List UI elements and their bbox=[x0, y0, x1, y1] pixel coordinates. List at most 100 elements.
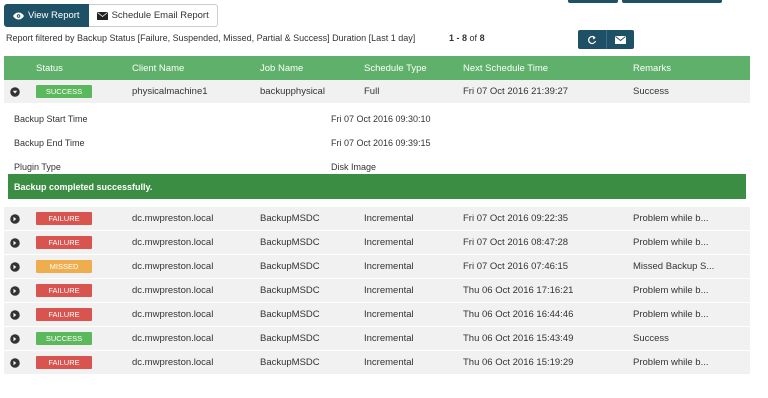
column-header-status[interactable]: Status bbox=[36, 56, 126, 80]
pager: 1 - 8 of 8 bbox=[449, 33, 485, 43]
expand-toggle[interactable] bbox=[10, 279, 22, 302]
table-body: SUCCESS physicalmachine1 backupphysical … bbox=[4, 80, 750, 375]
table-row[interactable]: FAILURE dc.mwpreston.local BackupMSDC In… bbox=[4, 303, 750, 327]
next-schedule-time-cell: Fri 07 Oct 2016 07:46:15 bbox=[463, 261, 569, 272]
expand-toggle[interactable] bbox=[10, 80, 22, 103]
column-header-schedule-type[interactable]: Schedule Type bbox=[364, 56, 460, 80]
table-row[interactable]: SUCCESS dc.mwpreston.local BackupMSDC In… bbox=[4, 327, 750, 351]
expand-toggle[interactable] bbox=[10, 207, 22, 230]
email-button[interactable] bbox=[606, 30, 634, 49]
client-name-cell: dc.mwpreston.local bbox=[132, 333, 214, 344]
status-cell: FAILURE bbox=[36, 351, 126, 374]
job-name-cell: BackupMSDC bbox=[260, 333, 320, 344]
client-name-cell: dc.mwpreston.local bbox=[132, 237, 214, 248]
envelope-icon bbox=[96, 11, 108, 20]
backup-end-time-label: Backup End Time bbox=[14, 138, 85, 148]
expand-toggle[interactable] bbox=[10, 231, 22, 254]
refresh-button[interactable] bbox=[578, 30, 606, 49]
client-name-cell: dc.mwpreston.local bbox=[132, 213, 214, 224]
top-toolbar-button-clipped-2[interactable] bbox=[622, 0, 722, 3]
pager-total: 8 bbox=[479, 33, 485, 43]
circle-arrow-icon[interactable] bbox=[10, 261, 20, 272]
status-badge: SUCCESS bbox=[36, 332, 92, 345]
remarks-cell: Problem while b... bbox=[633, 309, 709, 320]
status-cell: FAILURE bbox=[36, 231, 126, 254]
job-name-cell: backupphysical bbox=[260, 86, 325, 97]
circle-arrow-icon[interactable] bbox=[10, 357, 20, 368]
circle-arrow-icon[interactable] bbox=[10, 213, 20, 224]
plugin-type-label: Plugin Type bbox=[14, 162, 61, 172]
report-tabs: View Report Schedule Email Report bbox=[4, 4, 218, 27]
client-name-cell: physicalmachine1 bbox=[132, 86, 208, 97]
client-name-cell: dc.mwpreston.local bbox=[132, 285, 214, 296]
backup-start-time-value: Fri 07 Oct 2016 09:30:10 bbox=[331, 114, 431, 124]
table-header: Status Client Name Job Name Schedule Typ… bbox=[4, 56, 750, 80]
schedule-type-cell: Incremental bbox=[364, 213, 414, 224]
job-name-cell: BackupMSDC bbox=[260, 261, 320, 272]
status-cell: FAILURE bbox=[36, 279, 126, 302]
pager-of: of bbox=[469, 33, 478, 43]
circle-arrow-icon[interactable] bbox=[10, 285, 20, 296]
status-badge: FAILURE bbox=[36, 356, 92, 369]
column-header-remarks[interactable]: Remarks bbox=[633, 56, 745, 80]
status-cell: FAILURE bbox=[36, 303, 126, 326]
schedule-email-report-tab[interactable]: Schedule Email Report bbox=[88, 4, 218, 27]
view-report-tab[interactable]: View Report bbox=[4, 4, 89, 27]
column-header-job-name[interactable]: Job Name bbox=[260, 56, 360, 80]
schedule-type-cell: Incremental bbox=[364, 237, 414, 248]
table-row[interactable]: FAILURE dc.mwpreston.local BackupMSDC In… bbox=[4, 279, 750, 303]
remarks-cell: Problem while b... bbox=[633, 285, 709, 296]
view-report-label: View Report bbox=[28, 10, 80, 21]
schedule-type-cell: Incremental bbox=[364, 357, 414, 368]
remarks-cell: Success bbox=[633, 333, 669, 344]
report-action-buttons bbox=[578, 30, 634, 49]
status-cell: FAILURE bbox=[36, 207, 126, 230]
backup-result-message: Backup completed successfully. bbox=[8, 174, 746, 199]
schedule-type-cell: Incremental bbox=[364, 309, 414, 320]
column-header-client-name[interactable]: Client Name bbox=[132, 56, 256, 80]
status-badge: SUCCESS bbox=[36, 85, 92, 98]
backup-start-time-label: Backup Start Time bbox=[14, 114, 88, 124]
table-row[interactable]: MISSED dc.mwpreston.local BackupMSDC Inc… bbox=[4, 255, 750, 279]
table-row[interactable]: FAILURE dc.mwpreston.local BackupMSDC In… bbox=[4, 351, 750, 375]
schedule-type-cell: Incremental bbox=[364, 333, 414, 344]
expand-toggle[interactable] bbox=[10, 351, 22, 374]
circle-arrow-icon[interactable] bbox=[10, 309, 20, 320]
status-cell: SUCCESS bbox=[36, 327, 126, 350]
plugin-type-value: Disk Image bbox=[331, 162, 377, 172]
next-schedule-time-cell: Thu 06 Oct 2016 15:19:29 bbox=[463, 357, 574, 368]
remarks-cell: Success bbox=[633, 86, 669, 97]
column-header-next-schedule-time[interactable]: Next Schedule Time bbox=[463, 56, 631, 80]
status-badge: FAILURE bbox=[36, 212, 92, 225]
eye-icon bbox=[13, 12, 24, 19]
job-name-cell: BackupMSDC bbox=[260, 309, 320, 320]
refresh-icon bbox=[588, 35, 597, 44]
table-row[interactable]: SUCCESS physicalmachine1 backupphysical … bbox=[4, 80, 750, 104]
circle-arrow-icon[interactable] bbox=[10, 86, 20, 97]
schedule-type-cell: Incremental bbox=[364, 261, 414, 272]
table-row[interactable]: FAILURE dc.mwpreston.local BackupMSDC In… bbox=[4, 207, 750, 231]
remarks-cell: Problem while b... bbox=[633, 237, 709, 248]
next-schedule-time-cell: Thu 06 Oct 2016 16:44:46 bbox=[463, 309, 574, 320]
table-row[interactable]: FAILURE dc.mwpreston.local BackupMSDC In… bbox=[4, 231, 750, 255]
top-toolbar-button-clipped[interactable] bbox=[568, 0, 618, 3]
pager-range: 1 - 8 bbox=[449, 33, 468, 43]
next-schedule-time-cell: Thu 06 Oct 2016 15:43:49 bbox=[463, 333, 574, 344]
next-schedule-time-cell: Thu 06 Oct 2016 17:16:21 bbox=[463, 285, 574, 296]
next-schedule-time-cell: Fri 07 Oct 2016 08:47:28 bbox=[463, 237, 569, 248]
status-badge: MISSED bbox=[36, 260, 92, 273]
expand-toggle[interactable] bbox=[10, 255, 22, 278]
circle-arrow-icon[interactable] bbox=[10, 237, 20, 248]
remarks-cell: Problem while b... bbox=[633, 357, 709, 368]
circle-arrow-icon[interactable] bbox=[10, 333, 20, 344]
schedule-email-report-label: Schedule Email Report bbox=[111, 10, 209, 21]
backup-report-table: Status Client Name Job Name Schedule Typ… bbox=[4, 56, 750, 375]
job-name-cell: BackupMSDC bbox=[260, 357, 320, 368]
status-cell: MISSED bbox=[36, 255, 126, 278]
expand-toggle[interactable] bbox=[10, 303, 22, 326]
client-name-cell: dc.mwpreston.local bbox=[132, 357, 214, 368]
job-name-cell: BackupMSDC bbox=[260, 237, 320, 248]
expand-toggle[interactable] bbox=[10, 327, 22, 350]
remarks-cell: Missed Backup S... bbox=[633, 261, 715, 272]
status-badge: FAILURE bbox=[36, 236, 92, 249]
